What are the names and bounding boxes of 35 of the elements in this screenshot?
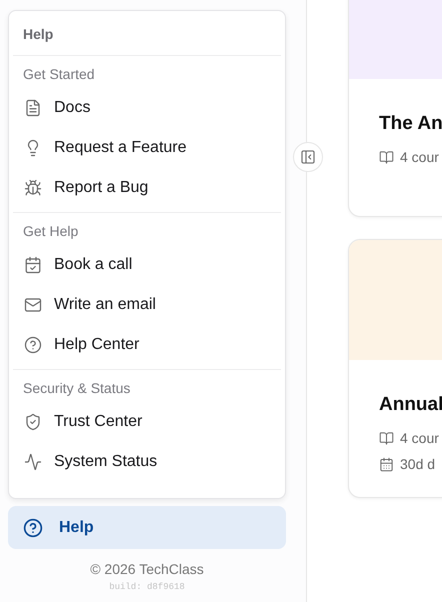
menu-item[interactable]: Write an email [13,285,281,325]
menu-item-icon [24,179,42,197]
menu-item-icon [24,256,42,274]
course-card[interactable]: The An 4 cour [348,0,442,217]
menu-item[interactable]: Report a Bug [13,168,281,208]
build-text: build: d8f9618 [109,582,185,592]
book-icon [379,150,394,164]
course-card[interactable]: Annual 4 cour 30d d [348,239,442,498]
section-label: Get Started [22,66,96,84]
copyright-text: © 2026 TechClass [90,561,204,577]
menu-item[interactable]: Help Center [13,325,281,365]
menu-title: Help [22,25,54,44]
help-button[interactable]: Help [8,506,286,549]
menu-item[interactable]: Docs [13,88,281,128]
book-icon [379,430,394,446]
collapse-panel-icon [300,149,316,165]
menu-item-icon [24,336,42,354]
card-meta: 30d d [400,456,436,472]
card-meta: 4 cour [400,149,439,165]
section-label: Security & Status [22,380,132,398]
card-title: Annual [379,394,442,416]
menu-item[interactable]: Book a call [13,245,281,285]
calendar-icon [379,456,394,472]
section-label: Get Help [22,223,80,241]
collapse-sidebar-button[interactable] [293,142,323,172]
card-title: The An [379,113,442,135]
menu-item-icon [24,413,42,431]
menu-item-icon [24,453,42,471]
menu-item-icon [24,99,42,117]
menu-item[interactable]: System Status [13,442,281,482]
menu-item-icon [24,296,42,314]
menu-item[interactable]: Request a Feature [13,128,281,168]
card-meta: 4 cour [400,430,439,446]
help-icon [23,518,43,538]
menu-item[interactable]: Trust Center [13,402,281,442]
